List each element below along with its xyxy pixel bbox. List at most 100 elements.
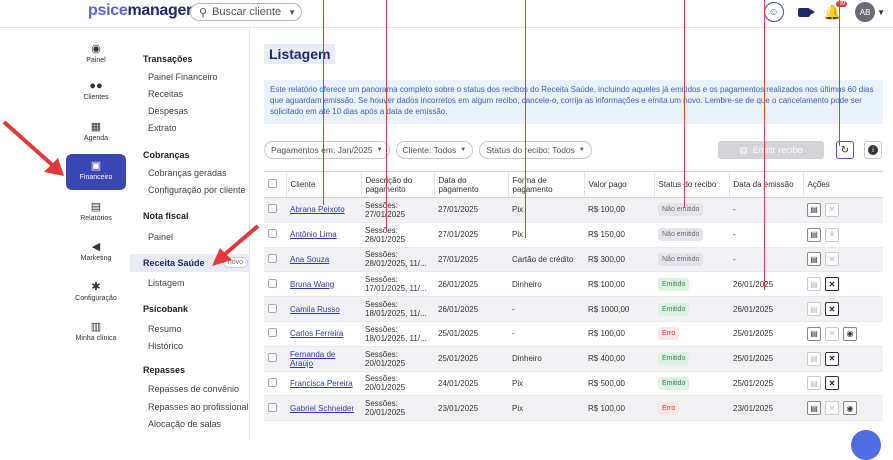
cell-select[interactable] <box>264 395 286 422</box>
cell-select[interactable] <box>264 247 286 273</box>
eye-icon[interactable]: ◉ <box>843 401 857 416</box>
receipt-icon[interactable]: ▤ <box>807 401 821 416</box>
client-link[interactable]: Gabriel Schneider <box>290 404 354 413</box>
row-checkbox[interactable] <box>268 229 277 239</box>
receipt-icon[interactable]: ▤ <box>807 326 821 341</box>
search-client-dropdown[interactable]: ⚲ Buscar cliente ▼ <box>190 3 302 21</box>
submenu-extrato[interactable]: Extrato <box>148 123 177 133</box>
cell-data: 23/01/2025 <box>434 395 508 422</box>
client-link[interactable]: Ana Souza <box>290 255 329 264</box>
filter-status[interactable]: Status do recibo: Todos ▼ <box>479 141 592 159</box>
cell-acoes: ▤ ✕ <box>803 271 883 298</box>
close-icon[interactable]: ✕ <box>825 302 839 317</box>
table-header-row: Cliente Descrição do pagamento Data do p… <box>264 171 883 198</box>
info-button[interactable]: i <box>864 141 882 159</box>
row-checkbox[interactable] <box>268 402 277 412</box>
cell-descricao: Sessões: 18/01/2025, 11/... <box>361 321 434 347</box>
support-icon[interactable]: ☺ <box>763 2 784 22</box>
close-icon[interactable]: ✕ <box>825 202 839 217</box>
client-link[interactable]: Camila Russo <box>290 305 340 314</box>
close-icon[interactable]: ✕ <box>825 326 839 341</box>
submenu-listagem[interactable]: Listagem <box>148 278 185 288</box>
table-row: Fernanda de Araújo Sessões: 20/01/2025 25/… <box>264 346 883 372</box>
header-select-all[interactable] <box>264 171 286 198</box>
close-icon[interactable]: ✕ <box>825 252 839 267</box>
close-icon[interactable]: ✕ <box>825 401 839 416</box>
chevron-down-icon: ▼ <box>376 147 383 153</box>
client-link[interactable]: Abrana Peixoto <box>290 205 345 214</box>
cell-select[interactable] <box>264 321 286 347</box>
row-checkbox[interactable] <box>268 204 277 214</box>
row-checkbox[interactable] <box>268 328 277 338</box>
submenu-historico[interactable]: Histórico <box>148 341 183 351</box>
rail-item-clientes[interactable]: ●● Clientes <box>66 80 126 101</box>
refresh-icon: ↻ <box>840 144 850 156</box>
chevron-down-icon: ▼ <box>288 7 297 17</box>
receipt-icon[interactable]: ▤ <box>807 252 821 267</box>
receipt-icon[interactable]: ▤ <box>807 351 821 366</box>
floating-chat-button[interactable] <box>851 430 881 460</box>
receipt-icon[interactable]: ▤ <box>807 302 821 317</box>
receipt-icon[interactable]: ▤ <box>807 227 821 242</box>
client-link[interactable]: Fernanda de Araújo <box>290 350 335 368</box>
cell-data: 27/01/2025 <box>434 197 508 223</box>
new-badge: novo <box>222 257 248 268</box>
submenu-nf-painel[interactable]: Painel <box>148 232 173 242</box>
logo[interactable]: psicemanager <box>88 2 192 20</box>
rail-item-financeiro[interactable]: ▣ Financeiro <box>66 154 126 190</box>
cell-select[interactable] <box>264 346 286 372</box>
rail-item-relatorios[interactable]: ▤ Relatórios <box>66 200 126 222</box>
rail-label: Agenda <box>83 135 109 142</box>
emit-receipt-button[interactable]: ▤ Emitir recibo <box>718 141 824 159</box>
rail-item-agenda[interactable]: ▦ Agenda <box>66 120 126 142</box>
rail-item-configuracao[interactable]: ✱ Configuração <box>66 280 126 302</box>
row-checkbox[interactable] <box>268 253 277 263</box>
submenu-resumo[interactable]: Resumo <box>148 324 182 334</box>
submenu-alocacao[interactable]: Alocação de salas <box>148 419 221 429</box>
user-menu[interactable]: AB ▼ <box>855 2 885 22</box>
row-checkbox[interactable] <box>268 303 277 313</box>
eye-icon[interactable]: ◉ <box>843 326 857 341</box>
submenu-repasses-convenio[interactable]: Repasses de convênio <box>148 384 239 394</box>
submenu-despesas[interactable]: Despesas <box>148 106 188 116</box>
cell-select[interactable] <box>264 296 286 322</box>
filter-month[interactable]: Pagamentos em: Jan/2025 ▼ <box>264 141 390 159</box>
users-icon: ●● <box>89 80 103 92</box>
submenu-receita-saude[interactable]: Receita Saúde novo <box>130 254 250 272</box>
close-icon[interactable]: ✕ <box>825 376 839 391</box>
cell-acoes: ▤ ✕ <box>803 197 883 223</box>
submenu-cobrancas-geradas[interactable]: Cobranças geradas <box>148 168 227 178</box>
row-checkbox[interactable] <box>268 353 277 363</box>
client-link[interactable]: Francisca Pereira <box>290 379 353 388</box>
rail-item-minha-clinica[interactable]: ▥ Minha clínica <box>66 320 126 342</box>
rail-item-painel[interactable]: ◉ Painel <box>66 42 126 64</box>
rail-item-marketing[interactable]: ◀ Marketing <box>66 240 126 262</box>
submenu-receitas[interactable]: Receitas <box>148 89 183 99</box>
receipt-icon[interactable]: ▤ <box>807 376 821 391</box>
video-icon[interactable] <box>797 7 815 17</box>
client-link[interactable]: Carlos Ferreira <box>290 329 343 338</box>
finance-submenu: Transações Painel Financeiro Receitas De… <box>130 28 250 438</box>
cell-select[interactable] <box>264 271 286 298</box>
row-checkbox[interactable] <box>268 278 277 288</box>
cell-select[interactable] <box>264 371 286 397</box>
section-nota-fiscal: Nota fiscal <box>143 211 189 221</box>
receipt-icon[interactable]: ▤ <box>807 277 821 292</box>
filter-client[interactable]: Cliente: Todos ▼ <box>395 141 474 159</box>
submenu-repasses-profissional[interactable]: Repasses ao profissional <box>148 402 249 412</box>
page-title: Listagem <box>264 44 336 64</box>
client-link[interactable]: Bruna Wang <box>290 280 334 289</box>
select-all-checkbox[interactable] <box>268 179 277 188</box>
row-checkbox[interactable] <box>268 377 277 387</box>
submenu-painel-financeiro[interactable]: Painel Financeiro <box>148 72 218 82</box>
client-link[interactable]: Antônio Lima <box>290 230 337 239</box>
cell-select[interactable] <box>264 222 286 248</box>
close-icon[interactable]: ✕ <box>825 277 839 292</box>
receipt-icon[interactable]: ▤ <box>807 202 821 217</box>
submenu-config-cliente[interactable]: Configuração por cliente <box>148 185 246 195</box>
table-row: Gabriel Schneider Sessões: 20/01/2025 23/0… <box>264 395 883 422</box>
close-icon[interactable]: ✕ <box>825 227 839 242</box>
logo-part-b: sice <box>97 2 128 19</box>
cell-select[interactable] <box>264 197 286 223</box>
close-icon[interactable]: ✕ <box>825 351 839 366</box>
